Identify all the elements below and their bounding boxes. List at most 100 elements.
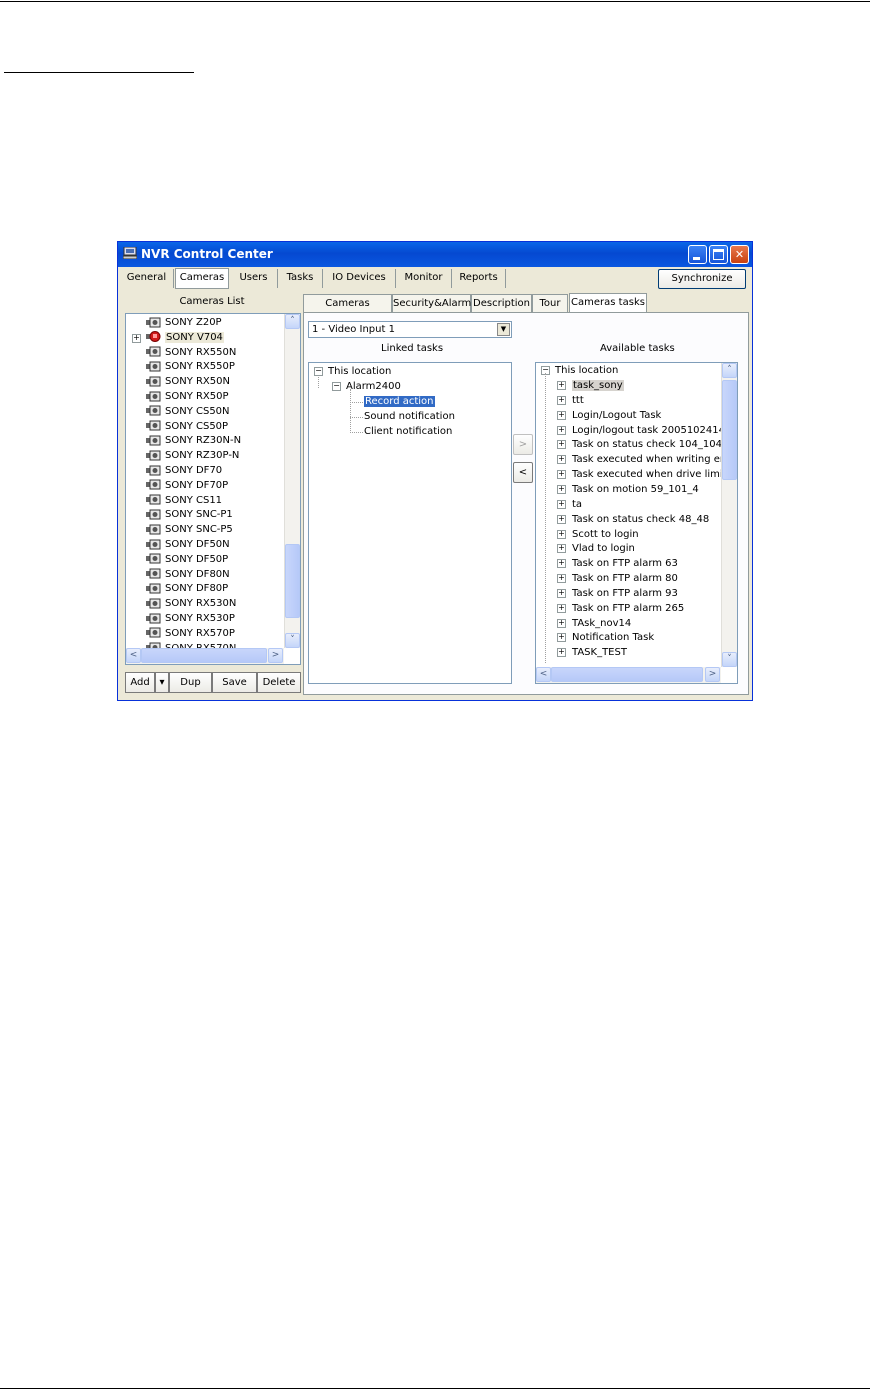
camera-list-item[interactable]: SONY DF50N bbox=[146, 537, 230, 552]
expand-icon[interactable]: + bbox=[557, 455, 566, 465]
camera-list-item[interactable]: SONY CS50P bbox=[146, 419, 228, 434]
expand-icon[interactable]: + bbox=[557, 381, 566, 390]
expand-icon[interactable]: + bbox=[557, 574, 566, 584]
camera-list-item[interactable]: SONY RX50N bbox=[146, 374, 230, 389]
camera-list-item[interactable]: SONY RX530N bbox=[146, 596, 236, 611]
linked-alarm-node[interactable]: − Alarm2400 bbox=[332, 379, 401, 394]
scroll-right-button[interactable]: > bbox=[268, 648, 283, 663]
expand-icon[interactable]: + bbox=[557, 514, 566, 524]
camera-list-item[interactable]: SONY CS50N bbox=[146, 404, 230, 419]
expand-icon[interactable]: + bbox=[557, 544, 566, 554]
expand-icon[interactable]: + bbox=[557, 410, 566, 420]
camera-list-item[interactable]: SONY DF80N bbox=[146, 567, 230, 582]
camera-list-item[interactable]: SONY V704 bbox=[146, 330, 224, 345]
available-task-item[interactable]: + Vlad to login bbox=[557, 541, 635, 556]
expand-icon[interactable]: + bbox=[557, 618, 566, 628]
available-task-item[interactable]: + Login/logout task 200510241444 bbox=[557, 423, 737, 438]
scroll-down-button[interactable]: ˅ bbox=[722, 652, 737, 667]
tab-cameras[interactable]: Cameras bbox=[175, 268, 229, 289]
tab-general[interactable]: General bbox=[120, 269, 174, 288]
expand-icon[interactable]: + bbox=[557, 603, 566, 613]
add-task-button[interactable]: > bbox=[513, 434, 533, 455]
expand-icon[interactable]: + bbox=[557, 499, 566, 509]
expand-icon[interactable]: + bbox=[557, 559, 566, 569]
available-task-item[interactable]: + TASK_TEST bbox=[557, 645, 627, 660]
video-input-select[interactable]: 1 - Video Input 1 ▼ bbox=[308, 321, 512, 338]
linked-task-item[interactable]: Record action bbox=[363, 394, 436, 409]
delete-button[interactable]: Delete bbox=[257, 672, 301, 693]
title-bar[interactable]: NVR Control Center ✕ bbox=[118, 242, 752, 267]
tab-io-devices[interactable]: IO Devices bbox=[323, 269, 396, 288]
expand-icon[interactable]: + bbox=[557, 588, 566, 598]
remove-task-button[interactable]: < bbox=[513, 462, 533, 483]
available-task-item[interactable]: + ta bbox=[557, 497, 582, 512]
available-task-item[interactable]: + ttt bbox=[557, 393, 584, 408]
collapse-icon[interactable]: − bbox=[314, 367, 323, 376]
minimize-button[interactable] bbox=[688, 245, 707, 264]
subtab-cameras-tasks[interactable]: Cameras tasks bbox=[569, 293, 647, 313]
camera-list-item[interactable]: SONY RX550N bbox=[146, 345, 236, 360]
available-task-item[interactable]: + Login/Logout Task bbox=[557, 408, 661, 423]
chevron-down-icon[interactable]: ▼ bbox=[497, 323, 510, 336]
expand-icon[interactable]: + bbox=[557, 648, 566, 658]
add-button[interactable]: Add bbox=[125, 672, 155, 693]
tab-tasks[interactable]: Tasks bbox=[278, 269, 323, 288]
linked-task-item[interactable]: Client notification bbox=[364, 424, 452, 439]
available-task-item[interactable]: + TAsk_nov14 bbox=[557, 616, 631, 631]
tab-users[interactable]: Users bbox=[230, 269, 278, 288]
hscroll-thumb[interactable] bbox=[551, 667, 703, 682]
camera-list-item[interactable]: SONY DF50P bbox=[146, 552, 228, 567]
close-button[interactable]: ✕ bbox=[730, 245, 749, 264]
available-task-item[interactable]: + Notification Task bbox=[557, 630, 654, 645]
subtab-cameras-settings[interactable]: Cameras Settings bbox=[303, 294, 392, 326]
scroll-right-button[interactable]: > bbox=[705, 667, 720, 682]
camera-list-item[interactable]: SONY SNC-P1 bbox=[146, 507, 233, 522]
subtab-tour[interactable]: Tour bbox=[532, 294, 568, 312]
available-tasks-vscrollbar[interactable]: ˄ ˅ bbox=[721, 363, 737, 667]
camera-list-item[interactable]: SONY Z20P bbox=[146, 315, 222, 330]
cameras-list-hscrollbar[interactable]: < > bbox=[126, 648, 284, 664]
camera-list-item[interactable]: SONY RZ30N-N bbox=[146, 433, 241, 448]
hscroll-thumb[interactable] bbox=[141, 648, 267, 663]
available-task-item[interactable]: + Task executed when writing err bbox=[557, 452, 728, 467]
available-task-item[interactable]: + Scott to login bbox=[557, 527, 639, 542]
camera-list-item[interactable]: SONY RZ30P-N bbox=[146, 448, 239, 463]
camera-list-item[interactable]: SONY RX550P bbox=[146, 359, 235, 374]
dup-button[interactable]: Dup bbox=[169, 672, 212, 693]
scroll-up-button[interactable]: ˄ bbox=[285, 314, 300, 329]
collapse-icon[interactable]: − bbox=[332, 382, 341, 391]
expand-icon[interactable]: + bbox=[557, 470, 566, 480]
available-root-node[interactable]: − This location bbox=[541, 363, 618, 378]
available-task-item[interactable]: + Task on FTP alarm 93 bbox=[557, 586, 678, 601]
scroll-up-button[interactable]: ˄ bbox=[722, 363, 737, 378]
scroll-thumb[interactable] bbox=[722, 380, 737, 480]
camera-list-item[interactable]: SONY CS11 bbox=[146, 493, 222, 508]
available-task-item[interactable]: + task_sony bbox=[557, 378, 624, 393]
camera-list-item[interactable]: SONY DF80P bbox=[146, 581, 228, 596]
maximize-button[interactable] bbox=[709, 245, 728, 264]
expand-icon[interactable]: + bbox=[132, 333, 141, 343]
expand-icon[interactable]: + bbox=[557, 440, 566, 450]
add-dropdown-button[interactable]: ▾ bbox=[155, 672, 169, 693]
expand-icon[interactable]: + bbox=[557, 395, 566, 405]
expand-icon[interactable]: + bbox=[557, 529, 566, 539]
available-task-item[interactable]: + Task on FTP alarm 80 bbox=[557, 571, 678, 586]
camera-list-item[interactable]: SONY DF70 bbox=[146, 463, 222, 478]
expand-icon[interactable]: + bbox=[557, 484, 566, 494]
cameras-list-vscrollbar[interactable]: ˄ ˅ bbox=[284, 314, 300, 648]
camera-list-item[interactable]: SONY RX50P bbox=[146, 389, 229, 404]
available-task-item[interactable]: + Task on status check 104_104 bbox=[557, 437, 722, 452]
available-task-item[interactable]: + Task on status check 48_48 bbox=[557, 512, 709, 527]
scroll-down-button[interactable]: ˅ bbox=[285, 633, 300, 648]
camera-list-item[interactable]: SONY SNC-P5 bbox=[146, 522, 233, 537]
available-task-item[interactable]: + Task on FTP alarm 265 bbox=[557, 601, 684, 616]
synchronize-button[interactable]: Synchronize bbox=[658, 269, 746, 289]
expand-icon[interactable]: + bbox=[557, 425, 566, 435]
linked-task-item[interactable]: Sound notification bbox=[364, 409, 455, 424]
available-task-item[interactable]: + Task on motion 59_101_4 bbox=[557, 482, 699, 497]
linked-root-node[interactable]: − This location bbox=[314, 364, 391, 379]
camera-list-item[interactable]: SONY RX570P bbox=[146, 626, 235, 641]
save-button[interactable]: Save bbox=[212, 672, 257, 693]
subtab-security-alarm[interactable]: Security&Alarm bbox=[392, 294, 471, 312]
available-task-item[interactable]: + Task on FTP alarm 63 bbox=[557, 556, 678, 571]
